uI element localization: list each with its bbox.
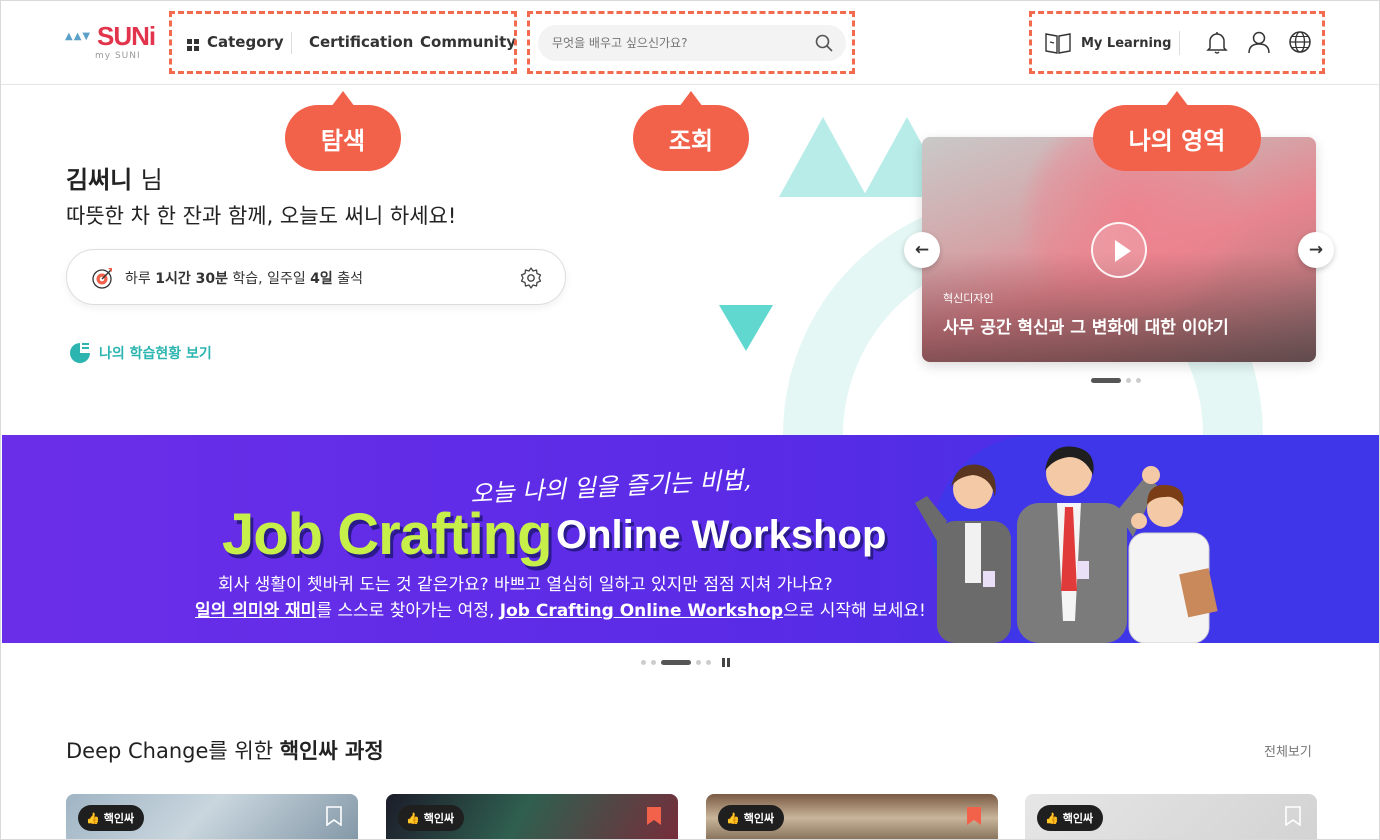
course-card[interactable]: 👍 핵인싸 [66, 794, 358, 839]
banner-dot[interactable] [696, 660, 701, 665]
logo-text: SUNi [97, 21, 156, 51]
course-badge: 👍 핵인싸 [78, 805, 145, 831]
bookmark-filled-icon[interactable] [646, 806, 662, 826]
search-highlight [527, 11, 855, 74]
carousel-next-button[interactable]: → [1298, 232, 1334, 268]
banner-subtitle: Online Workshop [556, 513, 887, 557]
callout-my-area: 나의 영역 [1093, 91, 1261, 171]
course-badge-label: 핵인싸 [1062, 812, 1094, 825]
study-goal-time: 1시간 30분 [155, 271, 228, 287]
study-goal-box: 하루 1시간 30분 학습, 일주일 4일 출석 [66, 249, 566, 305]
section-title-bold: 핵인싸 과정 [279, 739, 384, 763]
course-badge-label: 핵인싸 [423, 812, 455, 825]
banner-dot[interactable] [706, 660, 711, 665]
banner-indicator [641, 658, 730, 667]
course-badge: 👍 핵인싸 [718, 805, 785, 831]
course-card[interactable]: 👍 핵인싸 [1025, 794, 1317, 839]
course-card[interactable]: 👍 핵인싸 [706, 794, 998, 839]
mysuni-logo[interactable]: ▲▲▼ SUNi my SUNI [65, 21, 161, 65]
indicator-active[interactable] [1091, 378, 1121, 383]
indicator-dot[interactable] [1126, 378, 1131, 383]
explore-highlight [169, 11, 517, 74]
banner-dot[interactable] [641, 660, 646, 665]
arrow-right-icon: → [1308, 240, 1324, 260]
course-badge: 👍 핵인싸 [398, 805, 465, 831]
learning-status-label: 나의 학습현황 보기 [99, 346, 212, 362]
bookmark-filled-icon[interactable] [966, 806, 982, 826]
callout-explore: 탐색 [285, 91, 401, 171]
card-category: 혁신디자인 [943, 292, 994, 305]
featured-video-card[interactable]: 혁신디자인 사무 공간 혁신과 그 변화에 대한 이야기 [922, 137, 1316, 362]
course-badge-label: 핵인싸 [743, 812, 775, 825]
carousel-prev-button[interactable]: ← [904, 232, 940, 268]
banner-dot-active[interactable] [661, 660, 691, 665]
thumbs-up-icon: 👍 [1045, 811, 1059, 825]
indicator-dot[interactable] [1136, 378, 1141, 383]
pause-icon[interactable] [722, 658, 730, 667]
study-goal-days: 4일 [310, 271, 333, 287]
banner-title: Job Crafting [222, 502, 553, 567]
banner-dot[interactable] [651, 660, 656, 665]
carousel-indicator [1091, 378, 1141, 383]
target-icon [92, 268, 112, 289]
callout-search: 조회 [633, 91, 749, 171]
banner-illustration [915, 446, 1218, 643]
banner-highlight-2: Job Crafting Online Workshop [499, 601, 784, 621]
view-all-link[interactable]: 전체보기 [1264, 741, 1312, 760]
thumbs-up-icon: 👍 [406, 811, 420, 825]
study-goal-suffix: 출석 [332, 271, 364, 287]
user-name: 김써니 [66, 166, 133, 194]
my-area-highlight [1029, 11, 1325, 74]
greeting-name: 김써니 님 [66, 160, 163, 195]
thumbs-up-icon: 👍 [86, 811, 100, 825]
course-card[interactable]: 👍 핵인싸 [386, 794, 678, 839]
play-icon[interactable] [1091, 222, 1147, 278]
section-title: Deep Change를 위한 핵인싸 과정 [66, 735, 384, 765]
study-goal-text: 하루 1시간 30분 학습, 일주일 4일 출석 [125, 268, 363, 288]
bookmark-icon[interactable] [1285, 806, 1301, 826]
banner-line-2-mid: 를 스스로 찾아가는 여정, [316, 601, 500, 621]
bookmark-icon[interactable] [326, 806, 342, 826]
page: ▲▲▼ SUNi my SUNI Category Certification … [0, 0, 1380, 840]
thumbs-up-icon: 👍 [726, 811, 740, 825]
learning-status-link[interactable]: 나의 학습현황 보기 [69, 342, 212, 364]
banner-highlight-1: 일의 의미와 재미 [195, 601, 317, 621]
honorific: 님 [140, 166, 163, 194]
banner-line-2-end: 으로 시작해 보세요! [783, 601, 926, 621]
banner-line-1: 회사 생활이 쳇바퀴 도는 것 같은가요? 바쁘고 열심히 일하고 있지만 점점… [218, 575, 833, 595]
logo-subtext: my SUNI [95, 51, 141, 61]
course-badge: 👍 핵인싸 [1037, 805, 1104, 831]
study-goal-mid: 학습, 일주일 [227, 271, 311, 287]
banner-line-2: 일의 의미와 재미를 스스로 찾아가는 여정, Job Crafting Onl… [195, 596, 926, 621]
arrow-left-icon: ← [914, 240, 930, 260]
gear-icon[interactable] [519, 266, 543, 290]
section-title-prefix: Deep Change를 위한 [66, 739, 280, 763]
pie-chart-icon [70, 343, 90, 363]
card-title: 사무 공간 혁신과 그 변화에 대한 이야기 [943, 318, 1229, 338]
logo-mark-icon: ▲▲▼ [65, 31, 92, 42]
promo-banner[interactable]: 오늘 나의 일을 즐기는 비법, Job Crafting Online Wor… [2, 435, 1379, 643]
study-goal-prefix: 하루 [125, 271, 156, 287]
course-badge-label: 핵인싸 [103, 812, 135, 825]
greeting-message: 따뜻한 차 한 잔과 함께, 오늘도 써니 하세요! [66, 204, 457, 228]
